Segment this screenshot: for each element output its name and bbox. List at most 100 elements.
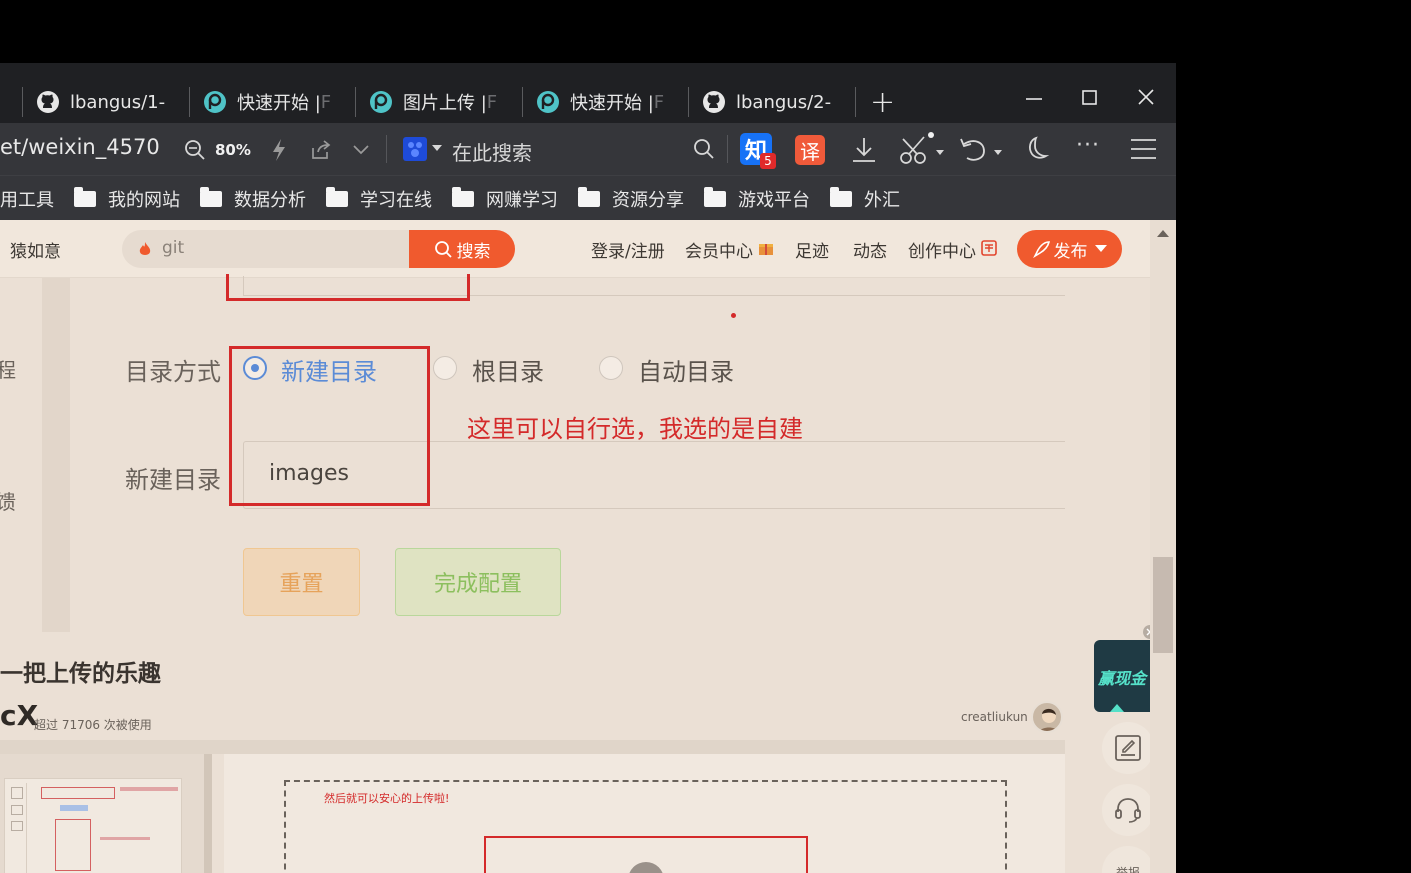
- highlight-box: [226, 274, 470, 301]
- thumbnail-image[interactable]: [4, 778, 182, 873]
- zoom-level[interactable]: 80%: [215, 141, 251, 159]
- tab-bar: lbangus/1- 快速开始 | F 图片上传 | F 快速开始 | F lb…: [0, 63, 1176, 123]
- feedback-button[interactable]: [1102, 722, 1154, 774]
- option-root-dir-label[interactable]: 根目录: [472, 352, 544, 387]
- search-box[interactable]: 在此搜索: [452, 137, 532, 166]
- caret-down-icon: [1094, 245, 1107, 252]
- option-auto-dir-label[interactable]: 自动目录: [638, 352, 734, 387]
- reset-button-label: 重置: [279, 572, 324, 597]
- radio-auto-dir[interactable]: [599, 356, 623, 380]
- tab-quickstart-2[interactable]: 快速开始 | F: [536, 81, 668, 123]
- close-window-button[interactable]: [1118, 81, 1174, 111]
- folder-icon: [452, 186, 474, 207]
- screenshot-scissors-icon[interactable]: [899, 131, 947, 165]
- bookmark-folder[interactable]: 外汇: [830, 176, 900, 221]
- bookmark-folder[interactable]: 网赚学习: [452, 176, 558, 221]
- thumbnail-scrollbar[interactable]: [204, 754, 212, 873]
- github-icon: [703, 91, 725, 113]
- search-icon[interactable]: [693, 138, 715, 160]
- folder-icon: [830, 186, 852, 207]
- bookmark-folder[interactable]: 数据分析: [200, 176, 306, 221]
- tab-label-faded: F: [653, 91, 665, 113]
- tab-separator: [688, 87, 689, 117]
- radio-root-dir[interactable]: [433, 356, 457, 380]
- site-header: 猿如意 git 搜索 登录/注册 会员中心 足迹 动态 创作中心 发布: [0, 220, 1150, 278]
- download-icon[interactable]: [850, 136, 878, 164]
- sidebar-partial-text: 馈: [0, 490, 16, 514]
- site-search-input[interactable]: git: [122, 230, 412, 268]
- notification-badge: 5: [760, 153, 776, 169]
- tab-quickstart-1[interactable]: 快速开始 | F: [203, 81, 335, 123]
- maximize-button[interactable]: [1062, 81, 1118, 111]
- address-bar[interactable]: et/weixin_4570: [0, 135, 160, 159]
- tab-github-1[interactable]: lbangus/1-: [36, 81, 184, 123]
- bookmark-label: 用工具: [0, 189, 54, 211]
- tab-image-upload[interactable]: 图片上传 | F: [369, 81, 501, 123]
- caret-up-icon: [1110, 704, 1124, 712]
- bookmark-tools[interactable]: 用工具: [0, 176, 54, 221]
- hamburger-menu-icon[interactable]: [1130, 137, 1158, 161]
- chevron-down-icon[interactable]: [352, 143, 370, 157]
- tab-separator: [22, 87, 23, 117]
- site-left-link[interactable]: 猿如意: [10, 237, 61, 262]
- bookmark-folder[interactable]: 学习在线: [326, 176, 432, 221]
- folder-icon: [578, 186, 600, 207]
- publish-button[interactable]: 发布: [1017, 230, 1122, 268]
- bookmark-label: 我的网站: [108, 189, 180, 211]
- bookmark-folder[interactable]: 资源分享: [578, 176, 684, 221]
- nav-footprint[interactable]: 足迹: [795, 237, 829, 262]
- promo-banner[interactable]: 赢现金: [1094, 640, 1152, 712]
- thumbnail-line: [100, 837, 150, 840]
- tab-label: 快速开始 |: [237, 93, 321, 114]
- tab-label: 快速开始 |: [570, 93, 654, 114]
- picgo-icon: [204, 91, 226, 113]
- promo-text: 赢现金: [1098, 669, 1147, 688]
- minimize-button[interactable]: [1006, 81, 1062, 111]
- bookmark-folder[interactable]: 游戏平台: [704, 176, 810, 221]
- bookmark-label: 资源分享: [612, 189, 684, 211]
- tab-separator: [855, 87, 856, 117]
- search-button-label: 搜索: [456, 241, 491, 262]
- thumbnail-line: [60, 805, 88, 811]
- avatar[interactable]: [1031, 701, 1063, 733]
- nav-activity[interactable]: 动态: [853, 237, 887, 262]
- moon-icon[interactable]: [1022, 135, 1050, 163]
- toolbar-divider: [727, 135, 728, 163]
- web-page: 猿如意 git 搜索 登录/注册 会员中心 足迹 动态 创作中心 发布 程 馈 …: [0, 220, 1176, 873]
- tab-separator: [189, 87, 190, 117]
- more-menu-button[interactable]: ···: [1076, 133, 1100, 158]
- scrollbar-thumb[interactable]: [1153, 557, 1173, 653]
- close-icon: [1138, 89, 1154, 105]
- annotation-text: 这里可以自行选，我选的是自建: [467, 415, 803, 443]
- author-name[interactable]: creatliukun: [961, 710, 1028, 724]
- search-engine-icon[interactable]: [402, 136, 432, 162]
- maximize-icon: [1082, 90, 1097, 105]
- thumbnail-redbox: [55, 819, 91, 871]
- caret-down-icon[interactable]: [432, 145, 442, 153]
- nav-login[interactable]: 登录/注册: [591, 237, 665, 262]
- upload-circle-icon: [628, 862, 664, 873]
- nav-creator[interactable]: 创作中心: [908, 237, 976, 262]
- zhihu-extension-button[interactable]: 知 5: [740, 133, 776, 169]
- bookmark-folder[interactable]: 我的网站: [74, 176, 180, 221]
- tab-label: 图片上传 |: [403, 93, 487, 114]
- tab-separator: [355, 87, 356, 117]
- finish-config-button[interactable]: 完成配置: [395, 548, 561, 616]
- preview-redbox: [484, 836, 808, 873]
- site-search-button[interactable]: 搜索: [409, 230, 515, 268]
- undo-icon[interactable]: [958, 136, 1004, 164]
- usage-count: 超过 71706 次被使用: [34, 718, 152, 732]
- browser-window: lbangus/1- 快速开始 | F 图片上传 | F 快速开始 | F lb…: [0, 63, 1176, 873]
- reset-button[interactable]: 重置: [243, 548, 360, 616]
- scroll-up-arrow-icon[interactable]: [1157, 229, 1169, 237]
- customer-service-button[interactable]: [1102, 784, 1154, 836]
- lightning-icon[interactable]: [270, 138, 288, 162]
- nav-vip[interactable]: 会员中心: [685, 237, 753, 262]
- zoom-icon[interactable]: [184, 139, 206, 161]
- pen-icon: [1032, 241, 1050, 258]
- page-scrollbar[interactable]: [1150, 220, 1176, 873]
- share-icon[interactable]: [310, 139, 332, 161]
- new-tab-button[interactable]: +: [870, 81, 898, 123]
- tab-github-2[interactable]: lbangus/2-: [702, 81, 842, 123]
- translate-extension-button[interactable]: 译: [795, 135, 825, 165]
